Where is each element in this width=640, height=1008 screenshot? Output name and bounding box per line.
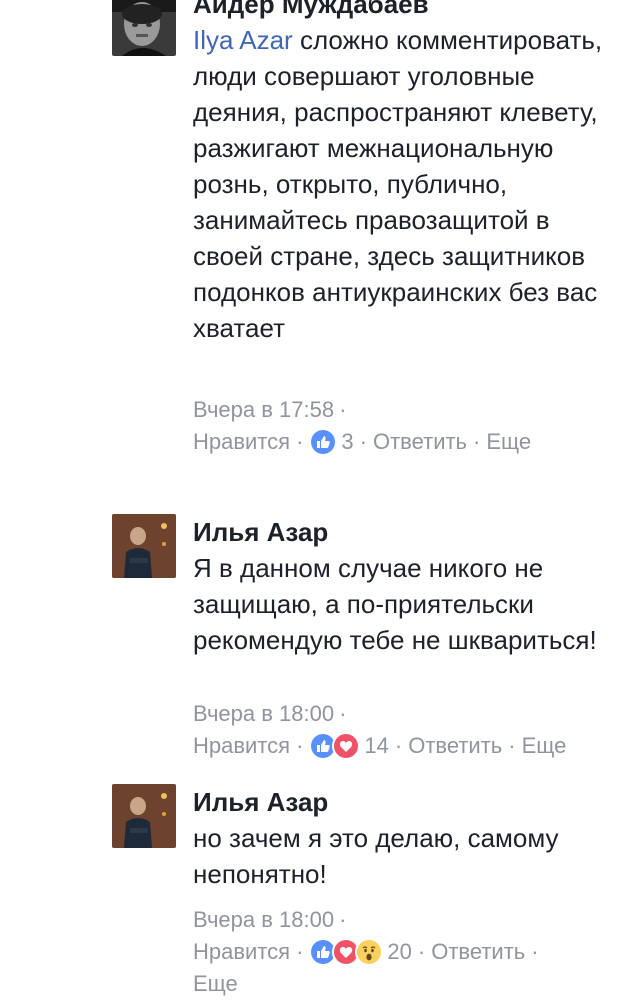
like-button[interactable]: Нравится — [193, 936, 290, 968]
reactions[interactable] — [309, 732, 361, 760]
comment-text-body: сложно комментировать, люди совершают уг… — [193, 25, 603, 343]
separator: · — [508, 733, 516, 758]
separator: · — [296, 429, 304, 454]
comment-timestamp[interactable]: Вчера в 18:00 — [193, 701, 334, 726]
reactions[interactable] — [309, 938, 384, 966]
separator: · — [394, 733, 403, 758]
comment-actions: Нравится · 14 · Ответить · Еще — [193, 730, 623, 762]
comment-timestamp-row: Вчера в 18:00 · — [193, 698, 623, 730]
comment-text: Я в данном случае никого не защищаю, а п… — [193, 553, 597, 655]
separator: · — [296, 939, 304, 964]
comment-author[interactable]: Илья Азар — [193, 514, 623, 550]
comment-actions: Нравится · 20 · Ответить · — [193, 936, 623, 968]
comment-timestamp[interactable]: Вчера в 17:58 — [193, 397, 334, 422]
love-reaction-icon — [332, 732, 361, 760]
reaction-count[interactable]: 3 — [341, 426, 353, 458]
like-button[interactable]: Нравится — [193, 730, 290, 762]
separator: · — [339, 907, 347, 932]
comment-timestamp[interactable]: Вчера в 18:00 — [193, 907, 334, 932]
separator: · — [359, 429, 367, 454]
mention-link[interactable]: Ilya Azar — [193, 25, 293, 55]
comment-actions: Нравится · 3 · Ответить · Еще — [193, 426, 623, 458]
separator: · — [473, 429, 481, 454]
separator: · — [531, 939, 539, 964]
separator: · — [417, 939, 426, 964]
wow-reaction-icon — [355, 938, 384, 966]
comment-text: Ilya Azar сложно комментировать, люди со… — [193, 22, 623, 382]
reaction-count[interactable]: 14 — [364, 730, 388, 762]
comment-author[interactable]: Илья Азар — [193, 784, 623, 820]
separator: · — [339, 701, 347, 726]
more-button[interactable]: Еще — [486, 426, 531, 458]
comment-text: но зачем я это делаю, самому непонятно! — [193, 823, 559, 889]
comment-timestamp-row: Вчера в 18:00 · — [193, 904, 623, 936]
more-button[interactable]: Еще — [522, 730, 567, 762]
reactions[interactable] — [309, 428, 338, 456]
more-button[interactable]: Еще — [193, 968, 238, 1000]
avatar[interactable] — [112, 514, 176, 578]
separator: · — [339, 397, 347, 422]
reply-button[interactable]: Ответить — [431, 936, 525, 968]
reaction-count[interactable]: 20 — [387, 936, 411, 968]
avatar[interactable] — [112, 0, 176, 56]
like-button[interactable]: Нравится — [193, 426, 290, 458]
separator: · — [296, 733, 304, 758]
comment-timestamp-row: Вчера в 17:58 · — [193, 394, 623, 426]
comment-actions-overflow: Еще — [193, 968, 623, 1000]
comment-author[interactable]: Айдер Муждабаев — [193, 0, 623, 22]
reply-button[interactable]: Ответить — [408, 730, 502, 762]
like-reaction-icon — [309, 428, 338, 456]
avatar[interactable] — [112, 784, 176, 848]
reply-button[interactable]: Ответить — [373, 426, 467, 458]
